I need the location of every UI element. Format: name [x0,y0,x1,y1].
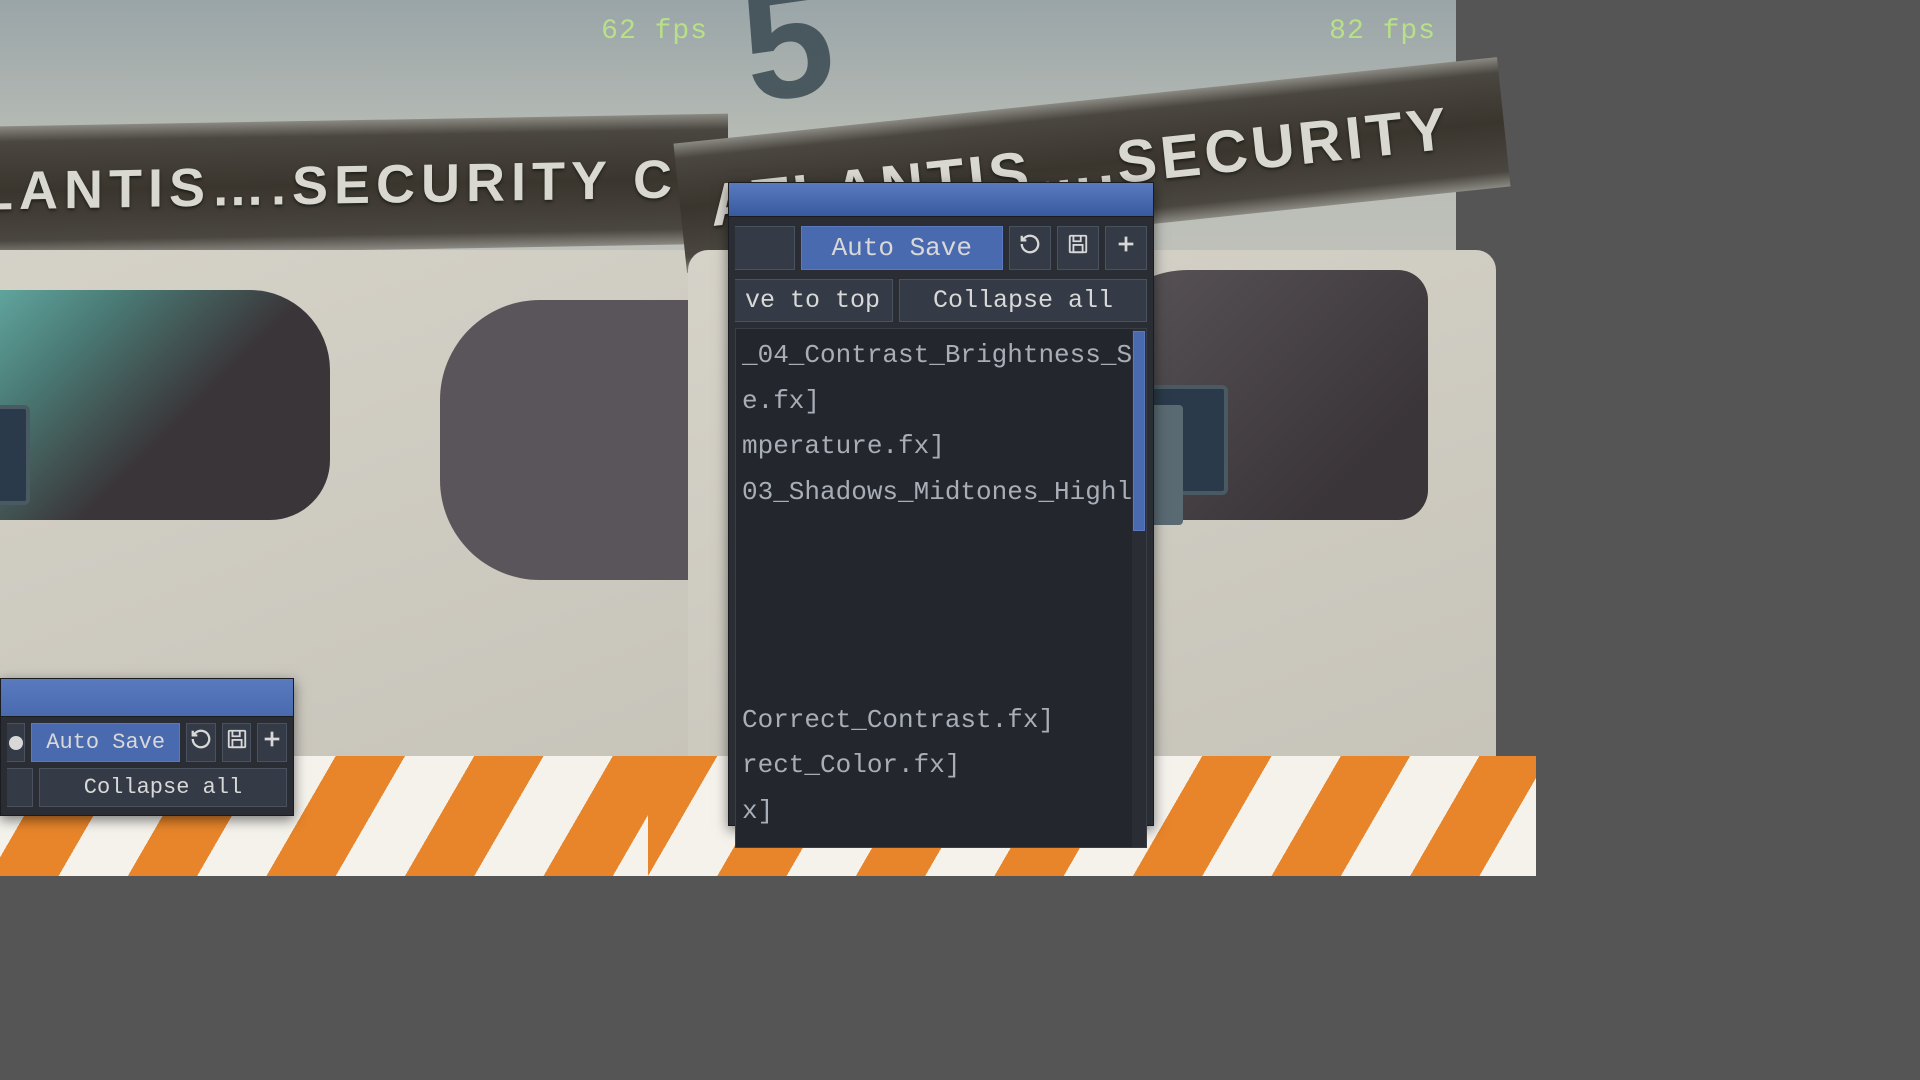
scrollbar-track[interactable] [1132,329,1146,847]
add-button[interactable] [1105,226,1147,270]
save-icon [1067,233,1089,263]
right-comparison-pane: 5 ATLANTIS….SECURITY 82 fps Auto Save [728,0,1456,816]
fx-line[interactable]: mperature.fx] [742,424,1146,470]
preset-radio-partial[interactable] [7,723,25,762]
undo-icon [1019,233,1041,263]
large-numeral: 5 [731,0,845,139]
fx-line[interactable] [742,652,1146,698]
add-button[interactable] [257,723,287,762]
reshade-panel-small[interactable]: Auto Save Collapse all [0,678,294,816]
panel-titlebar[interactable] [1,679,293,717]
fx-line[interactable] [742,607,1146,653]
fx-line[interactable]: x] [742,789,1146,835]
sign-strip: LANTIS….SECURITY CHECKP [0,113,778,257]
undo-button[interactable] [1009,226,1051,270]
fx-line[interactable]: rect_Color.fx] [742,743,1146,789]
fx-line[interactable] [742,515,1146,561]
move-to-top-button-partial[interactable]: ve to top [735,279,893,322]
save-button[interactable] [1057,226,1099,270]
save-icon [226,728,248,757]
undo-button[interactable] [186,723,216,762]
ship-window [440,300,720,580]
collapse-all-button[interactable]: Collapse all [39,768,287,807]
sign-text: LANTIS….SECURITY CHECKP [0,145,778,223]
fx-line[interactable]: 03_Shadows_Midtones_Highlights.fx [742,470,1146,516]
collapse-all-button[interactable]: Collapse all [899,279,1147,322]
plus-icon [1115,233,1137,263]
save-button[interactable] [222,723,252,762]
fx-line[interactable] [742,561,1146,607]
reshade-panel-large[interactable]: Auto Save ve to top Collapse all _04_Con… [728,182,1154,826]
fx-line[interactable]: _04_Contrast_Brightness_Saturatio [742,333,1146,379]
fx-line[interactable]: Correct_Contrast.fx] [742,698,1146,744]
monitor-prop [0,405,30,505]
panel-titlebar[interactable] [729,183,1153,217]
left-comparison-pane: LANTIS….SECURITY CHECKP 62 fps Auto Save [0,0,728,816]
plus-icon [261,728,283,757]
move-to-top-partial[interactable] [7,768,33,807]
fps-counter: 82 fps [1329,16,1436,47]
auto-save-button[interactable]: Auto Save [801,226,1003,270]
ship-window [0,290,330,520]
scrollbar-thumb[interactable] [1133,331,1145,531]
undo-icon [190,728,212,757]
fx-line[interactable] [742,835,1146,848]
fps-counter: 62 fps [601,16,708,47]
effects-list[interactable]: _04_Contrast_Brightness_Saturatio e.fx] … [735,328,1147,848]
preset-field-partial[interactable] [735,226,795,270]
auto-save-button[interactable]: Auto Save [31,723,180,762]
fx-line[interactable]: e.fx] [742,379,1146,425]
